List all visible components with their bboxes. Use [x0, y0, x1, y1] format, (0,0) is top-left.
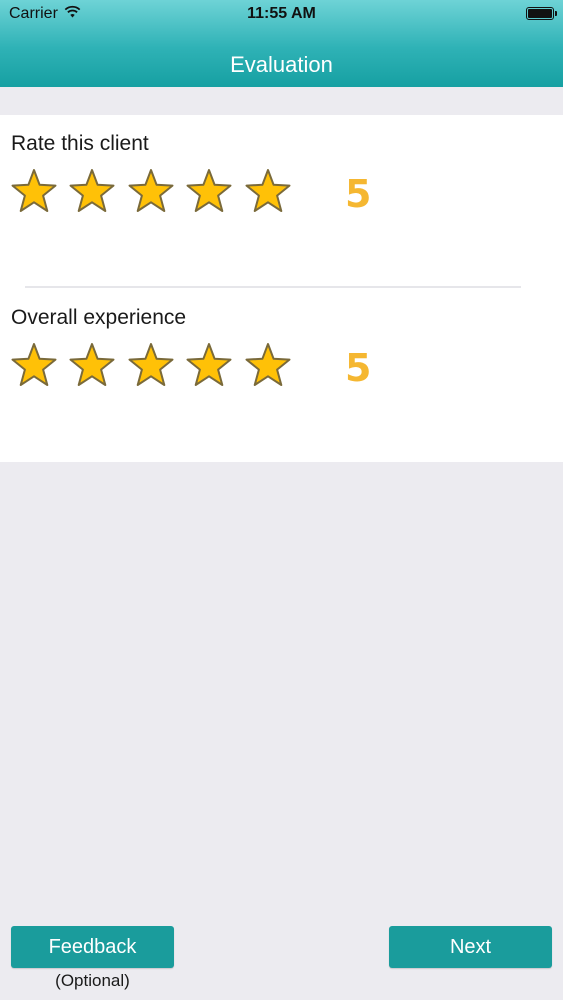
- evaluation-card: Rate this client 5 Overall experience 5: [0, 115, 563, 462]
- rating-value: 5: [345, 172, 372, 216]
- rating-label: Overall experience: [11, 306, 187, 329]
- navigation-header: Carrier 11:55 AM Evaluation: [0, 0, 563, 87]
- rating-overall: Overall experience 5: [11, 306, 551, 388]
- star-icon[interactable]: [245, 167, 291, 215]
- divider: [25, 286, 521, 288]
- battery-icon: [526, 7, 557, 20]
- star-rating-client: 5: [11, 167, 551, 221]
- rating-value: 5: [345, 346, 372, 390]
- rating-label: Rate this client: [11, 132, 149, 155]
- next-button[interactable]: Next: [389, 926, 552, 968]
- status-bar: Carrier 11:55 AM: [0, 0, 563, 30]
- star-icon[interactable]: [128, 341, 174, 389]
- star-icon[interactable]: [69, 341, 115, 389]
- star-icon[interactable]: [11, 341, 57, 389]
- star-icon[interactable]: [186, 167, 232, 215]
- star-icon[interactable]: [186, 341, 232, 389]
- status-time: 11:55 AM: [247, 5, 316, 22]
- star-icon[interactable]: [69, 167, 115, 215]
- star-icon[interactable]: [11, 167, 57, 215]
- feedback-optional-note: (Optional): [55, 971, 130, 990]
- feedback-button[interactable]: Feedback: [11, 926, 174, 968]
- star-icon[interactable]: [128, 167, 174, 215]
- page-title: Evaluation: [230, 52, 333, 77]
- rating-client: Rate this client 5: [11, 132, 551, 214]
- battery-fill: [528, 9, 552, 18]
- star-icon[interactable]: [245, 341, 291, 389]
- star-rating-overall: 5: [11, 341, 551, 395]
